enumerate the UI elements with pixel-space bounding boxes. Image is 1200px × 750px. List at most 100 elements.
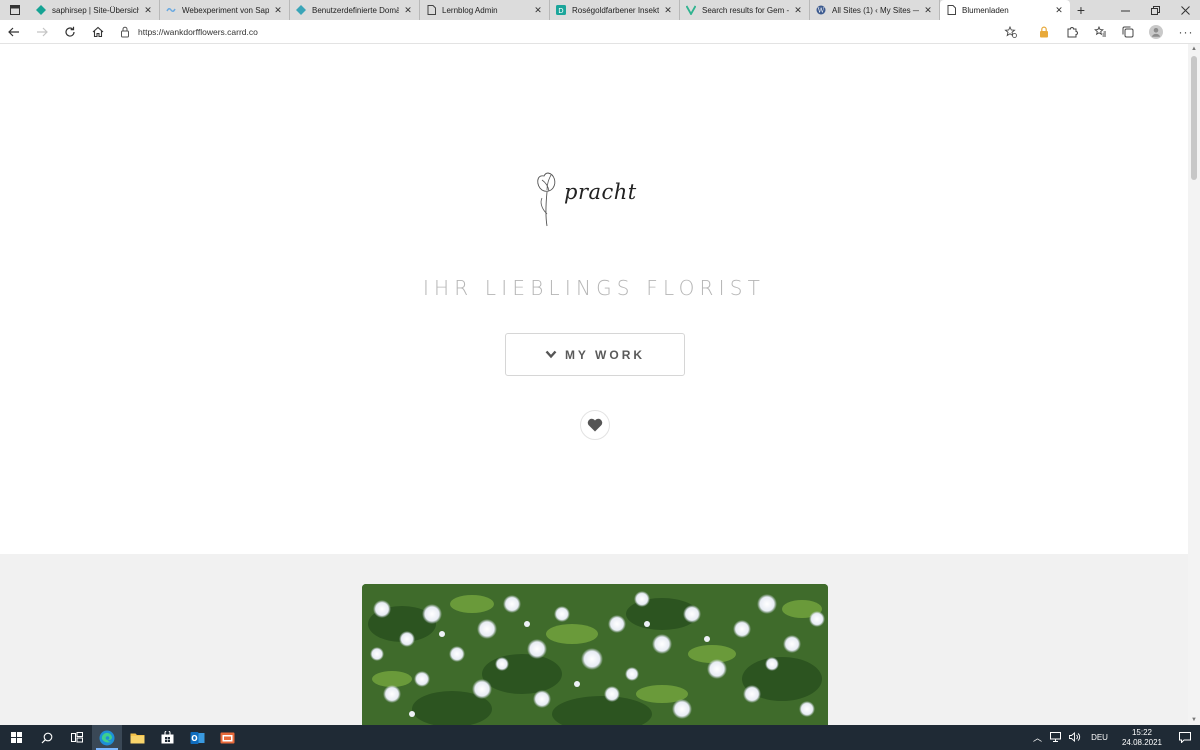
more-icon: ···: [1178, 24, 1194, 39]
tab-title: saphirsep | Site-Übersicht: [52, 5, 139, 15]
address-bar[interactable]: https://wankdorfflowers.carrd.co: [118, 20, 996, 44]
search-icon: [41, 732, 53, 743]
tab-saphirsep[interactable]: saphirsep | Site-Übersicht ✕: [30, 0, 160, 20]
edge-taskbar-button[interactable]: [92, 725, 122, 750]
outlook-button[interactable]: O: [182, 725, 212, 750]
tab-title: Webexperiment von Saphir: [182, 5, 269, 15]
scroll-down-icon[interactable]: ▼: [1188, 715, 1200, 725]
folder-icon: [130, 733, 144, 743]
page-viewport: pracht IHR LIEBLINGS FLORIST MY WORK: [0, 44, 1188, 725]
diamond-teal-icon: [36, 5, 46, 15]
tab-domain[interactable]: Benutzerdefinierte Domän ✕: [290, 0, 420, 20]
store-bag-icon: [161, 731, 173, 744]
close-window-button[interactable]: [1170, 0, 1200, 20]
tab-rosegold[interactable]: D Roségoldfarbener Insekten ✕: [550, 0, 680, 20]
flower-photo: [362, 584, 828, 725]
my-work-button[interactable]: MY WORK: [505, 333, 685, 376]
d-box-icon: D: [556, 5, 566, 15]
hero-section: pracht IHR LIEBLINGS FLORIST MY WORK: [0, 44, 1188, 554]
add-favorite-button[interactable]: [996, 20, 1024, 44]
chevron-up-icon[interactable]: ︿: [1029, 731, 1046, 744]
search-button[interactable]: [32, 725, 62, 750]
file-explorer-button[interactable]: [122, 725, 152, 750]
heart-button[interactable]: [580, 410, 610, 440]
language-indicator[interactable]: DEU: [1085, 733, 1114, 742]
new-tab-button[interactable]: +: [1070, 0, 1092, 20]
favorites-list-icon: [1093, 25, 1106, 36]
window-controls: [1110, 0, 1200, 20]
store-button[interactable]: [152, 725, 182, 750]
url-text[interactable]: https://wankdorfflowers.carrd.co: [138, 27, 258, 37]
settings-menu-button[interactable]: ···: [1172, 20, 1200, 44]
task-view-button[interactable]: [62, 725, 92, 750]
extensions-button[interactable]: [1058, 20, 1086, 44]
windows-taskbar: O ︿ DEU 15:22 24.08.2021: [0, 725, 1200, 750]
close-icon[interactable]: ✕: [273, 5, 283, 16]
reload-button[interactable]: [56, 20, 84, 44]
app-window-icon: [220, 732, 234, 744]
page-icon: [426, 5, 436, 15]
start-button[interactable]: [0, 725, 32, 750]
forward-button[interactable]: [28, 20, 56, 44]
restore-icon: [1150, 5, 1160, 15]
puzzle-icon: [1067, 26, 1078, 37]
notifications-button[interactable]: [1170, 732, 1200, 743]
lock-icon: [121, 26, 129, 37]
restore-button[interactable]: [1140, 0, 1170, 20]
tab-title: Roségoldfarbener Insekten: [572, 5, 659, 15]
reload-icon: [65, 26, 75, 37]
system-tray: ︿ DEU 15:22 24.08.2021: [1029, 725, 1200, 750]
tab-lernblog[interactable]: Lernblog Admin ✕: [420, 0, 550, 20]
chevron-down-icon: [545, 350, 557, 359]
app-button[interactable]: [212, 725, 242, 750]
toolbar-actions: ···: [996, 20, 1200, 44]
minimize-icon: [1120, 10, 1130, 11]
close-icon[interactable]: ✕: [793, 5, 803, 16]
tab-strip: saphirsep | Site-Übersicht ✕ Webexperime…: [0, 0, 1200, 20]
close-icon[interactable]: ✕: [1054, 5, 1064, 16]
svg-text:W: W: [818, 7, 825, 15]
clock[interactable]: 15:22 24.08.2021: [1114, 728, 1170, 748]
heart-icon: [587, 418, 603, 432]
home-button[interactable]: [84, 20, 112, 44]
close-icon[interactable]: ✕: [403, 5, 413, 16]
page-scrollbar[interactable]: ▲ ▼: [1188, 44, 1200, 725]
tab-webexperiment[interactable]: Webexperiment von Saphir ✕: [160, 0, 290, 20]
tab-actions-icon: [10, 5, 20, 15]
tab-all-sites[interactable]: W All Sites (1) ‹ My Sites — Da ✕: [810, 0, 940, 20]
minimize-button[interactable]: [1110, 0, 1140, 20]
close-icon[interactable]: ✕: [923, 5, 933, 16]
tab-title: Search results for Gem - F: [702, 5, 789, 15]
profile-button[interactable]: [1142, 20, 1170, 44]
back-button[interactable]: [0, 20, 28, 44]
clock-time: 15:22: [1131, 727, 1152, 737]
tab-title: All Sites (1) ‹ My Sites — Da: [832, 5, 919, 15]
scroll-up-icon[interactable]: ▲: [1188, 44, 1200, 54]
page-title: IHR LIEBLINGS FLORIST: [422, 276, 766, 300]
scrollbar-thumb[interactable]: [1191, 56, 1197, 180]
network-icon[interactable]: [1046, 731, 1065, 744]
logo-text: pracht: [564, 180, 637, 204]
tab-title: Lernblog Admin: [442, 5, 498, 15]
tab-search-results[interactable]: Search results for Gem - F ✕: [680, 0, 810, 20]
collections-icon: [1122, 26, 1134, 37]
page-icon: [946, 5, 956, 15]
collections-button[interactable]: [1114, 20, 1142, 44]
favorites-button[interactable]: [1086, 20, 1114, 44]
close-icon[interactable]: ✕: [663, 5, 673, 16]
svg-text:O: O: [191, 734, 197, 743]
extension-lock-button[interactable]: [1030, 20, 1058, 44]
windows-logo-icon: [10, 732, 22, 743]
close-icon[interactable]: ✕: [533, 5, 543, 16]
close-icon: [1180, 5, 1190, 15]
tab-actions-button[interactable]: [0, 0, 30, 20]
my-work-label: MY WORK: [564, 347, 646, 362]
tab-blumenladen[interactable]: Blumenladen ✕: [940, 0, 1070, 20]
volume-icon[interactable]: [1065, 731, 1085, 744]
wave-icon: [166, 5, 176, 15]
svg-text:D: D: [558, 7, 563, 15]
clock-date: 24.08.2021: [1121, 737, 1162, 747]
home-icon: [92, 26, 104, 37]
arrow-left-icon: [8, 27, 19, 36]
close-icon[interactable]: ✕: [143, 5, 153, 16]
